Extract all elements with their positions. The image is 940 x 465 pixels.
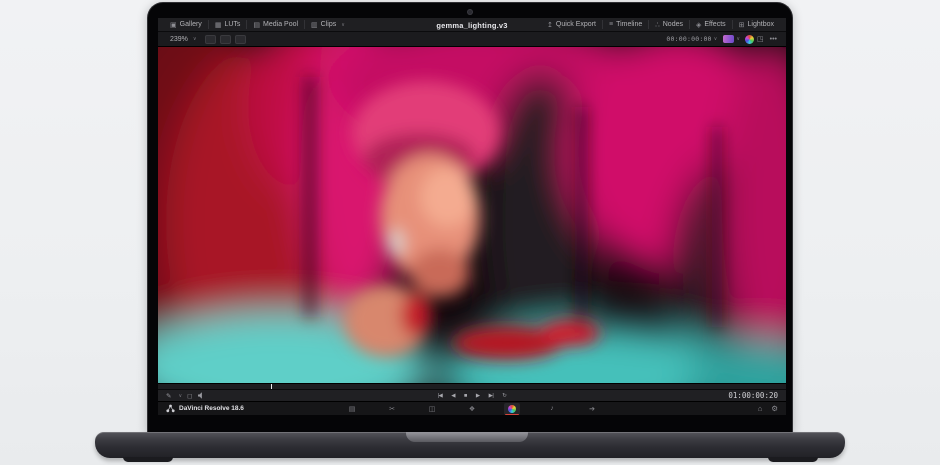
chevron-down-icon: ∨ [714, 36, 718, 42]
lightbox-icon: ⊞ [739, 21, 745, 29]
go-to-last-frame-button[interactable]: ▶| [489, 393, 494, 399]
tab-color-page[interactable] [504, 403, 520, 415]
nodes-icon: ∴ [655, 21, 659, 29]
media-pool-icon: ▤ [253, 21, 260, 29]
lightbox-label: Lightbox [748, 21, 774, 28]
gallery-button[interactable]: ▣ Gallery [164, 18, 208, 31]
chevron-down-icon: ∨ [341, 22, 345, 28]
viewer-toolbar: 239% ∨ Timeline 1 ∨ 00:00:00:00 [158, 32, 786, 47]
toolbar-left-group: ▣ Gallery ▦ LUTs ▤ Media Pool [164, 18, 351, 31]
tab-cut-page[interactable]: ✂ [384, 403, 400, 415]
go-to-first-frame-button[interactable]: |◀ [438, 393, 443, 399]
cut-page-icon: ✂ [389, 405, 395, 413]
color-page-icon [508, 405, 516, 413]
quick-export-icon: ↥ [547, 21, 553, 29]
media-pool-label: Media Pool [263, 21, 298, 28]
gallery-icon: ▣ [170, 21, 177, 29]
lightbox-button[interactable]: ⊞ Lightbox [733, 18, 780, 31]
timeline-view-button[interactable]: ≡ Timeline [603, 18, 648, 31]
macbook-pro: ▣ Gallery ▦ LUTs ▤ Media Pool [0, 0, 940, 465]
fairlight-page-icon: ♪ [550, 405, 554, 412]
deliver-page-icon: ➔ [589, 405, 595, 413]
gallery-label: Gallery [180, 21, 202, 28]
color-wheel-icon[interactable] [745, 35, 754, 44]
chevron-down-icon: ∨ [736, 36, 740, 42]
tab-media-page[interactable]: ▤ [344, 403, 360, 415]
media-page-icon: ▤ [349, 405, 356, 413]
page-bar: DaVinci Resolve 18.6 ▤ ✂ ◫ ❖ ♪ ➔ ⌂ ⚙ [158, 401, 786, 415]
quick-export-label: Quick Export [556, 21, 596, 28]
laptop-foot [768, 457, 818, 462]
chevron-down-icon: ∨ [193, 36, 197, 42]
laptop-screen-bezel: ▣ Gallery ▦ LUTs ▤ Media Pool [147, 2, 793, 433]
effects-icon: ◈ [696, 21, 701, 29]
media-pool-button[interactable]: ▤ Media Pool [247, 18, 304, 31]
quick-export-button[interactable]: ↥ Quick Export [541, 18, 602, 31]
viewer-canvas[interactable] [158, 47, 786, 383]
tab-fusion-page[interactable]: ❖ [464, 403, 480, 415]
source-timecode: 00:00:00:00 [666, 35, 711, 43]
luts-button[interactable]: ▦ LUTs [209, 18, 247, 31]
scopes-icon[interactable] [723, 35, 734, 43]
tab-fairlight-page[interactable]: ♪ [544, 403, 560, 415]
luts-icon: ▦ [215, 21, 222, 29]
play-button[interactable]: ▶ [476, 393, 480, 399]
expand-icon[interactable]: ◳ [754, 35, 767, 43]
timeline-icon: ≡ [609, 21, 613, 28]
effects-label: Effects [704, 21, 725, 28]
loop-button[interactable]: ↻ [502, 393, 506, 399]
graded-footage-image [158, 47, 786, 383]
timeline-label: Timeline [616, 21, 642, 28]
luts-label: LUTs [224, 21, 240, 28]
clips-label: Clips [321, 21, 337, 28]
top-toolbar: ▣ Gallery ▦ LUTs ▤ Media Pool [158, 18, 786, 32]
viewer-mode-button[interactable] [205, 35, 216, 44]
lid-notch [406, 432, 528, 442]
nodes-label: Nodes [663, 21, 683, 28]
page-tabs: ▤ ✂ ◫ ❖ ♪ ➔ [158, 403, 786, 415]
stop-button[interactable]: ■ [464, 393, 467, 399]
davinci-resolve-window: ▣ Gallery ▦ LUTs ▤ Media Pool [158, 18, 786, 415]
clips-icon: ▥ [311, 21, 318, 29]
step-back-button[interactable]: ◀ [451, 393, 455, 399]
fusion-page-icon: ❖ [469, 405, 475, 413]
more-options-button[interactable]: ••• [767, 36, 780, 43]
laptop-foot [123, 457, 173, 462]
toolbar-right-group: ↥ Quick Export ≡ Timeline ∴ Nodes [541, 18, 780, 31]
tab-deliver-page[interactable]: ➔ [584, 403, 600, 415]
effects-button[interactable]: ◈ Effects [690, 18, 732, 31]
split-view-button[interactable] [220, 35, 231, 44]
laptop-base [95, 432, 845, 458]
transport-bar: ✎ ∨ ◻ |◀ ◀ ■ ▶ ▶| ↻ 01:00:00:20 [158, 389, 786, 401]
webcam-icon [468, 10, 472, 14]
compare-button[interactable] [235, 35, 246, 44]
tab-edit-page[interactable]: ◫ [424, 403, 440, 415]
project-title: gemma_lighting.v3 [436, 21, 507, 30]
edit-page-icon: ◫ [429, 405, 436, 413]
zoom-level-value: 239% [170, 36, 188, 43]
clips-button[interactable]: ▥ Clips ∨ [305, 18, 351, 31]
zoom-level-dropdown[interactable]: 239% ∨ [164, 32, 203, 46]
nodes-button[interactable]: ∴ Nodes [649, 18, 689, 31]
